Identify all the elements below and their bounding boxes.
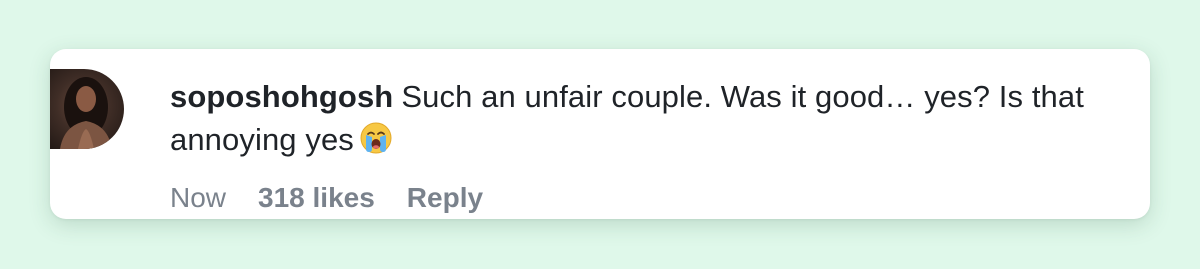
comment-timestamp: Now [170,182,227,213]
comment-username[interactable]: soposhohgosh [170,79,393,114]
comment-body: soposhohgosh Such an unfair couple. Was i… [170,75,1130,165]
avatar[interactable] [50,69,124,149]
comment-card: soposhohgosh Such an unfair couple. Was i… [50,49,1150,219]
likes-count-link[interactable]: 318 likes [258,181,375,215]
comment-meta: Now 318 likes Reply [170,181,483,215]
crying-face-emoji-icon [360,122,392,165]
reply-button[interactable]: Reply [407,181,483,215]
avatar-photo [60,77,112,149]
